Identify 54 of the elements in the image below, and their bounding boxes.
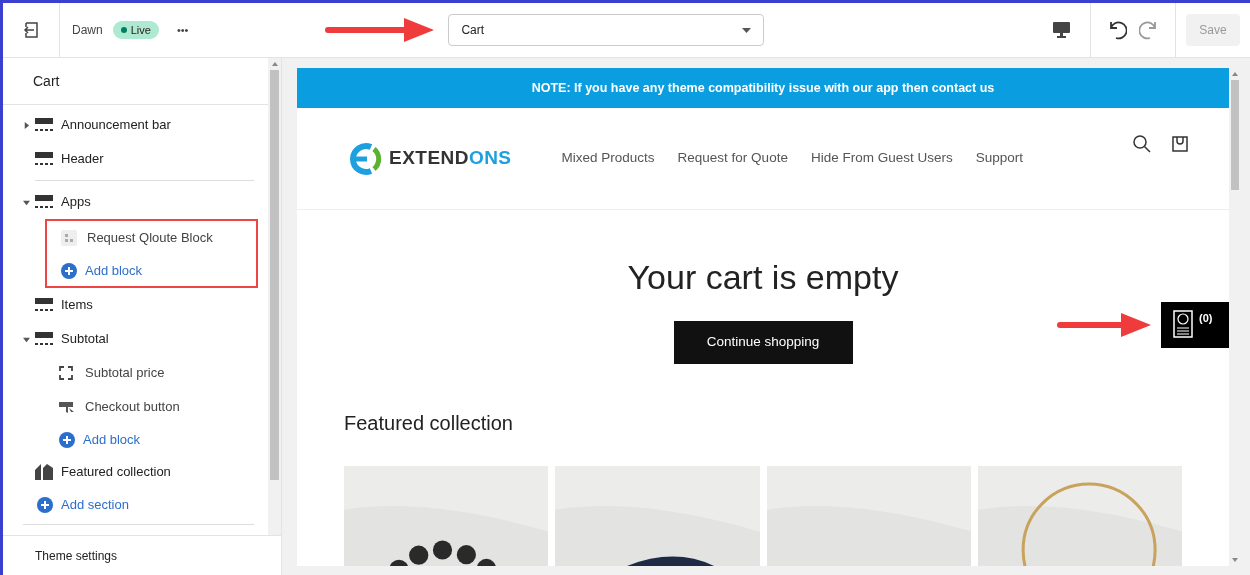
theme-settings-link[interactable]: Theme settings [35,546,118,565]
cart-icon[interactable] [1171,134,1189,153]
add-icon [37,496,53,513]
disclosure-icon[interactable] [23,335,30,343]
panel-title: Cart [33,71,60,91]
template-select[interactable]: Cart [448,14,765,46]
redo-icon[interactable] [1139,20,1159,40]
quote-widget[interactable]: (0) [1161,302,1229,348]
undo-icon[interactable] [1107,20,1127,40]
add-link[interactable]: Add block [85,260,143,281]
disclosure-icon[interactable] [23,121,30,129]
nav-link[interactable]: Request for Quote [677,148,788,169]
tag-icon [35,464,53,480]
section-icon [35,332,53,346]
block-item[interactable]: Subtotal price [85,363,165,383]
section-item[interactable]: Apps [61,192,91,212]
section-icon [35,118,53,132]
cursor-icon [59,400,75,414]
nav-link[interactable]: Mixed Products [561,148,655,169]
notice-bar: NOTE: If you have any theme compatibility issue with our app then contact us [297,68,1229,108]
caret-icon [742,27,752,33]
section-item[interactable]: Subtotal [61,329,109,349]
quote-count: (0) [1199,311,1213,326]
section-icon [35,298,53,312]
logo-text: EXTENDONS [389,146,512,171]
add-link[interactable]: Add section [61,494,129,515]
section-item[interactable]: Featured collection [61,462,171,482]
live-badge: Live [112,21,159,39]
cart-heading: Your cart is empty [627,257,899,298]
nav-link[interactable]: Support [975,148,1023,169]
section-heading: Featured collection [344,411,514,436]
more-button[interactable]: ••• [176,21,189,39]
desktop-icon[interactable] [1053,22,1070,38]
block-item[interactable]: Request Qloute Block [87,228,213,248]
add-icon [59,431,75,448]
section-icon [35,152,53,166]
section-item[interactable]: Announcement bar [61,115,171,135]
quote-document-icon [1173,310,1193,338]
block-item[interactable]: Checkout button [85,397,180,417]
add-icon [61,262,77,279]
section-icon [35,195,53,209]
scrollbar[interactable] [268,58,281,535]
search-icon[interactable] [1133,134,1151,153]
nav-link[interactable]: Hide From Guest Users [810,148,953,169]
frame-icon [59,366,73,380]
app-block-icon [61,230,77,246]
logo-icon [347,141,383,176]
add-link[interactable]: Add block [83,429,141,450]
section-item[interactable]: Items [61,295,93,315]
exit-icon[interactable] [23,22,39,38]
continue-shopping-button[interactable]: Continue shopping [673,321,853,364]
theme-name: Dawn [72,22,103,39]
disclosure-icon[interactable] [23,198,30,206]
section-item[interactable]: Header [61,149,104,169]
